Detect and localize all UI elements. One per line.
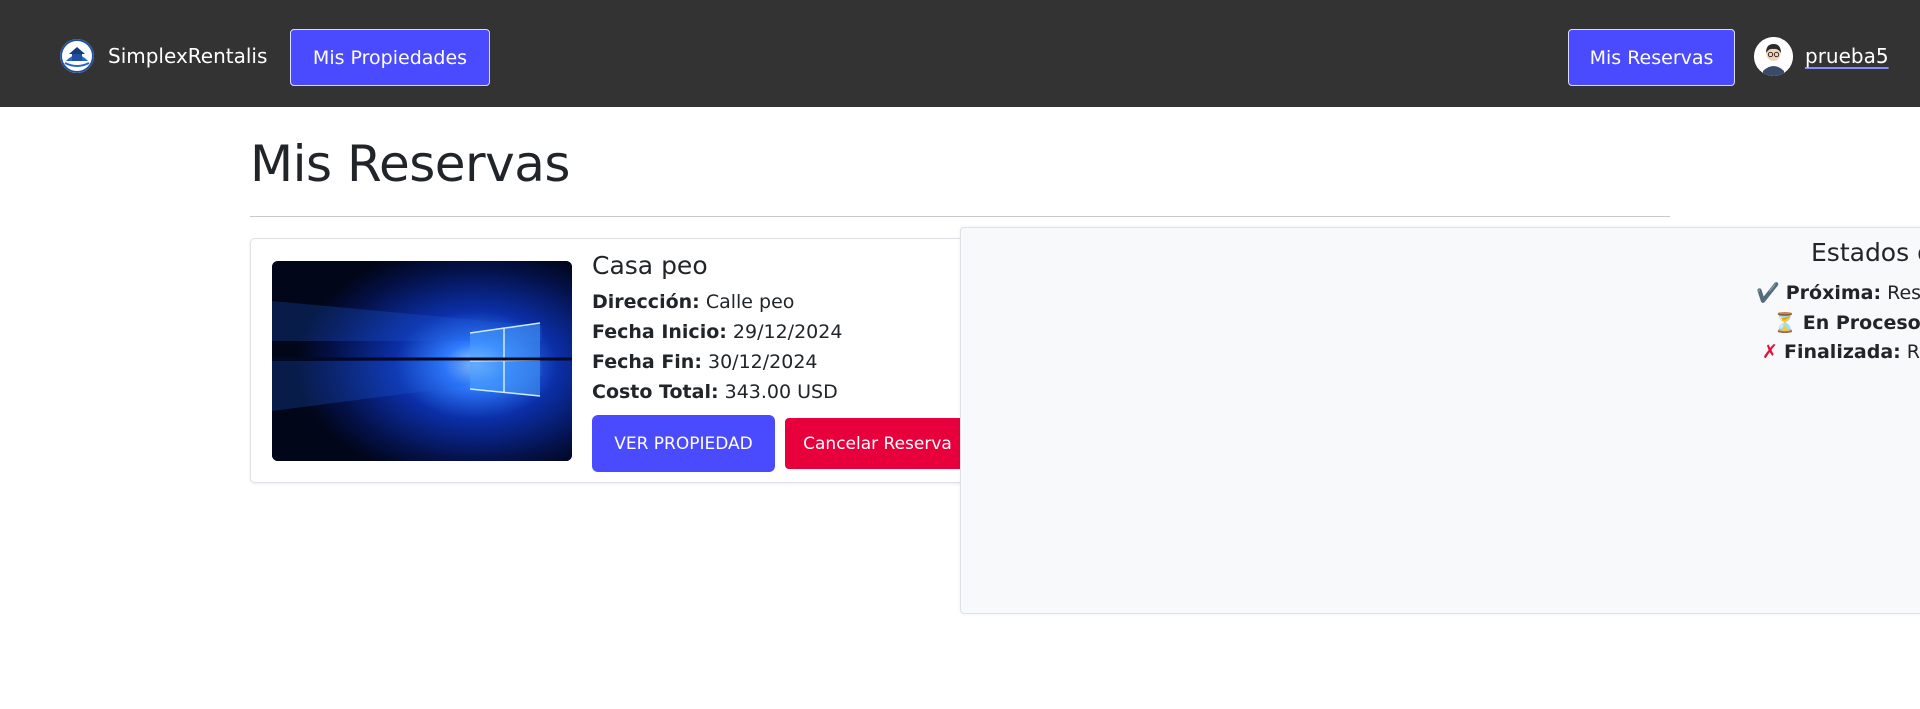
brand-logo-icon [60, 39, 94, 73]
mis-propiedades-button[interactable]: Mis Propiedades [290, 29, 490, 86]
direccion-label: Dirección: [592, 291, 700, 313]
user-menu[interactable]: prueba5 [1754, 36, 1889, 76]
fecha-inicio-row: Fecha Inicio: 29/12/2024 [592, 321, 842, 343]
costo-total-row: Costo Total: 343.00 USD [592, 381, 838, 403]
property-image [272, 261, 572, 461]
direccion-value: Calle peo [705, 291, 795, 313]
avatar [1754, 36, 1793, 76]
legend-label-proxima: Próxima: [1785, 282, 1882, 304]
brand-link[interactable]: SimplexRentalis [60, 37, 267, 75]
username-link[interactable]: prueba5 [1805, 44, 1889, 68]
mis-reservas-button[interactable]: Mis Reservas [1568, 29, 1735, 86]
legend-item-finalizada: ✗ Finalizada: Res [1762, 341, 1920, 363]
costo-total-value: 343.00 USD [724, 381, 838, 403]
check-icon: ✔️ [1756, 282, 1780, 304]
navbar: SimplexRentalis Mis Propiedades Mis Rese… [0, 0, 1920, 107]
cancelar-reserva-button[interactable]: Cancelar Reserva [785, 418, 970, 469]
estados-legend-panel: Estados d ✔️ Próxima: Reser ⏳ En Proceso… [960, 227, 1920, 614]
brand-name: SimplexRentalis [108, 44, 268, 68]
fecha-fin-value: 30/12/2024 [707, 351, 818, 373]
hourglass-icon: ⏳ [1773, 312, 1797, 334]
legend-text-finalizada: Res [1906, 341, 1920, 363]
cross-icon: ✗ [1762, 341, 1778, 363]
legend-label-en-proceso: En Proceso: [1802, 312, 1920, 334]
page-title: Mis Reservas [250, 135, 570, 193]
ver-propiedad-button[interactable]: VER PROPIEDAD [592, 415, 775, 472]
direccion-row: Dirección: Calle peo [592, 291, 794, 313]
legend-label-finalizada: Finalizada: [1783, 341, 1901, 363]
fecha-fin-row: Fecha Fin: 30/12/2024 [592, 351, 818, 373]
legend-item-en-proceso: ⏳ En Proceso: R [1773, 311, 1920, 334]
title-divider [250, 216, 1670, 217]
property-title: Casa peo [592, 251, 708, 280]
legend-text-proxima: Reser [1887, 282, 1920, 304]
fecha-inicio-value: 29/12/2024 [732, 321, 843, 343]
legend-title: Estados d [1811, 238, 1920, 267]
fecha-inicio-label: Fecha Inicio: [592, 321, 727, 343]
legend-item-proxima: ✔️ Próxima: Reser [1756, 281, 1920, 304]
costo-total-label: Costo Total: [592, 381, 719, 403]
fecha-fin-label: Fecha Fin: [592, 351, 702, 373]
